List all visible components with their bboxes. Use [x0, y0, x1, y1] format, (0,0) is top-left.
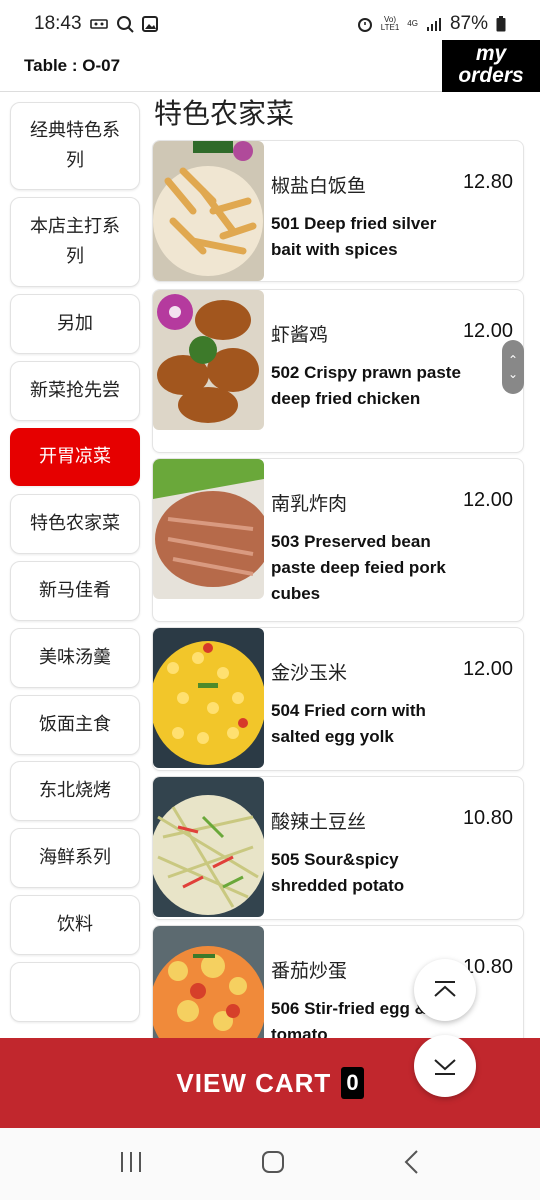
dish-photo	[153, 926, 264, 1038]
chevron-up-icon: ⌃	[507, 353, 519, 367]
dish-photo	[153, 628, 264, 768]
table-number: Table : O-07	[24, 56, 121, 75]
scroll-top-icon	[434, 981, 456, 997]
category-item[interactable]: 新菜抢先尝	[10, 361, 140, 421]
category-label: 新马佳肴	[39, 580, 111, 601]
category-item[interactable]: 另加	[10, 294, 140, 354]
volte-bottom-text: LTE1	[380, 23, 400, 32]
dish-card[interactable]: 椒盐白饭鱼 12.80 501 Deep fried silver bait w…	[152, 140, 524, 282]
scroll-to-top-button[interactable]	[414, 959, 476, 1021]
clock: 18:43	[34, 13, 82, 34]
category-sidebar[interactable]: 经典特色系列 本店主打系列 另加 新菜抢先尝 开胃凉菜 特色农家菜 新马佳肴 美…	[0, 100, 148, 1038]
back-icon	[404, 1150, 418, 1174]
my-orders-button[interactable]: my orders	[442, 40, 540, 92]
dish-card[interactable]: 虾酱鸡 12.00 502 Crispy prawn paste deep fr…	[152, 289, 524, 453]
dish-price: 12.00	[462, 658, 513, 680]
category-item[interactable]: 特色农家菜	[10, 494, 140, 554]
view-cart-label: VIEW CART	[176, 1067, 332, 1098]
dish-name-en: 505 Sour&spicy shredded potato	[271, 850, 405, 895]
home-icon	[262, 1151, 284, 1173]
alarm-icon	[357, 16, 373, 32]
dish-photo	[153, 459, 264, 599]
scroll-to-bottom-button[interactable]	[414, 1035, 476, 1097]
dish-name-cn: 虾酱鸡	[271, 324, 329, 346]
dish-card[interactable]: 南乳炸肉 12.00 503 Preserved bean paste deep…	[152, 458, 524, 622]
dish-price: 12.80	[462, 171, 513, 193]
dish-name-cn: 番茄炒蛋	[271, 960, 348, 982]
my-orders-line1: my	[475, 42, 507, 65]
dish-name-en: 502 Crispy prawn paste deep fried chicke…	[271, 363, 461, 408]
dish-card[interactable]: 金沙玉米 12.00 504 Fried corn with salted eg…	[152, 627, 524, 771]
dish-list[interactable]: 特色农家菜 椒盐白饭鱼 12.80 501 Deep fried silver …	[150, 92, 540, 1038]
category-label: 特色农家菜	[30, 513, 120, 534]
scroll-handle[interactable]: ⌃ ⌄	[502, 340, 524, 394]
recent-apps-button[interactable]	[118, 1150, 144, 1178]
dish-photo	[153, 290, 264, 430]
category-item[interactable]: 美味汤羹	[10, 628, 140, 688]
dish-name-en: 504 Fried corn with salted egg yolk	[271, 701, 426, 746]
category-label: 海鲜系列	[39, 847, 111, 868]
category-label: 新菜抢先尝	[30, 380, 120, 401]
dish-card[interactable]: 酸辣土豆丝 10.80 505 Sour&spicy shredded pota…	[152, 776, 524, 920]
cast-icon	[89, 17, 108, 31]
category-label: 经典特色系列	[30, 120, 120, 171]
category-label: 饮料	[57, 914, 93, 935]
dish-name-en: 503 Preserved bean paste deep feied pork…	[271, 532, 446, 603]
category-label: 另加	[57, 313, 93, 334]
category-item[interactable]: 本店主打系列	[10, 197, 140, 287]
app-header: Table : O-07 my orders	[0, 40, 540, 92]
dish-name-en: 501 Deep fried silver bait with spices	[271, 214, 437, 259]
dish-name-cn: 南乳炸肉	[271, 493, 348, 515]
network-gen: 4G	[407, 19, 418, 28]
category-item[interactable]: 海鲜系列	[10, 828, 140, 888]
category-item[interactable]: 新马佳肴	[10, 561, 140, 621]
home-button[interactable]	[260, 1149, 286, 1179]
status-right: Vo) LTE1 4G 87%	[357, 13, 506, 35]
dish-name-cn: 椒盐白饭鱼	[271, 175, 367, 197]
dish-price: 10.80	[462, 807, 513, 829]
system-nav-bar	[0, 1128, 540, 1200]
section-title: 特色农家菜	[154, 97, 295, 130]
my-orders-line2: orders	[458, 64, 524, 87]
chevron-down-icon: ⌄	[507, 367, 519, 381]
dish-photo	[153, 777, 264, 917]
category-item[interactable]: 饭面主食	[10, 695, 140, 755]
volte-indicator: Vo) LTE1	[381, 16, 400, 32]
battery-percent: 87%	[449, 13, 488, 34]
search-lens-icon	[116, 15, 134, 33]
cart-count-badge: 0	[341, 1067, 364, 1099]
gallery-icon	[141, 16, 158, 32]
recent-apps-icon	[121, 1152, 141, 1172]
category-label: 本店主打系列	[30, 216, 120, 267]
signal-icon	[426, 17, 442, 31]
category-item-partial[interactable]	[10, 962, 140, 1022]
category-label: 饭面主食	[39, 714, 111, 735]
dish-price: 12.00	[462, 489, 513, 511]
category-label: 开胃凉菜	[39, 446, 111, 467]
category-item-active[interactable]: 开胃凉菜	[10, 428, 140, 486]
dish-name-cn: 金沙玉米	[271, 662, 348, 684]
dish-price: 12.00	[462, 320, 513, 342]
category-label: 美味汤羹	[39, 647, 111, 668]
scroll-bottom-icon	[434, 1059, 456, 1075]
category-label: 东北烧烤	[39, 780, 111, 801]
category-item[interactable]: 饮料	[10, 895, 140, 955]
status-left: 18:43	[34, 13, 158, 35]
category-item[interactable]: 经典特色系列	[10, 102, 140, 190]
battery-icon	[496, 16, 506, 32]
back-button[interactable]	[402, 1149, 422, 1179]
dish-photo	[153, 141, 264, 281]
category-item[interactable]: 东北烧烤	[10, 761, 140, 821]
dish-name-cn: 酸辣土豆丝	[271, 811, 367, 833]
